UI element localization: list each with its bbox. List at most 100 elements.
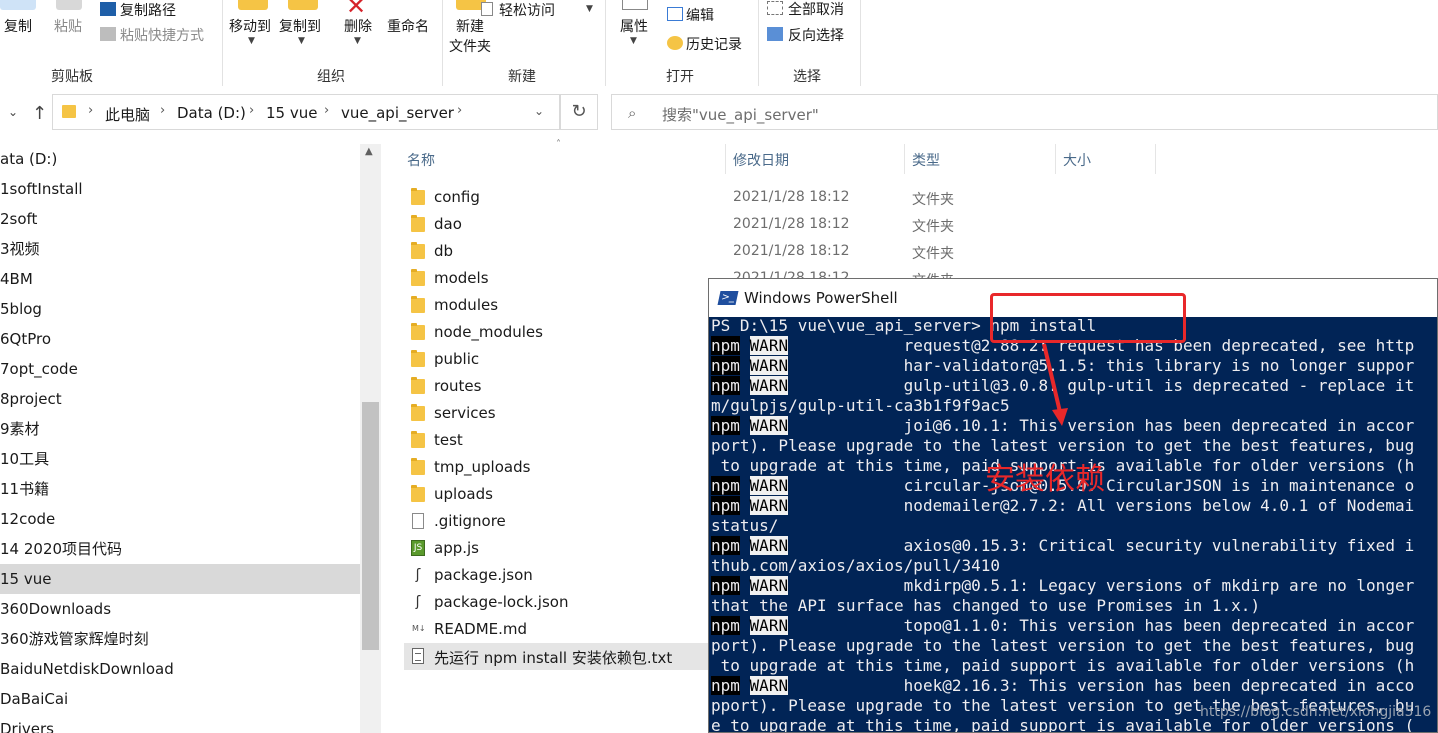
console-npm-prefix: npm (711, 356, 740, 375)
console-text: port). Please upgrade to the latest vers… (711, 436, 1415, 455)
copy-to-icon (288, 0, 318, 10)
recent-locations-chevron-icon[interactable]: ⌄ (8, 105, 18, 119)
nav-item[interactable]: 3视频 (0, 234, 360, 264)
breadcrumb-vue-api-server[interactable]: vue_api_server (341, 104, 454, 122)
paste-shortcut-icon (100, 27, 116, 41)
group-divider (860, 0, 861, 86)
file-name: README.md (434, 620, 528, 638)
new-folder-button[interactable]: 新建 (456, 16, 484, 36)
file-name: package-lock.json (434, 593, 569, 611)
column-divider[interactable] (1055, 144, 1056, 174)
easy-access-button[interactable]: 轻松访问 (499, 0, 555, 20)
console-text: mkdirp@0.5.1: Legacy versions of mkdirp … (788, 576, 1415, 595)
breadcrumb-separator-icon: › (457, 103, 463, 118)
file-type: 文件夹 (912, 192, 954, 208)
console-warn-badge: WARN (749, 476, 789, 495)
properties-icon (622, 0, 648, 10)
new-folder-button-line2[interactable]: 文件夹 (449, 36, 491, 56)
console-line: npm WARN nodemailer@2.7.2: All versions … (711, 496, 1414, 516)
group-label-new: 新建 (508, 69, 536, 85)
nav-item[interactable]: DaBaiCai (0, 684, 360, 714)
chevron-down-icon: ▼ (630, 36, 637, 46)
console-line: npm WARN hoek@2.16.3: This version has b… (711, 676, 1414, 696)
nav-item[interactable]: 1softInstall (0, 174, 360, 204)
nav-item[interactable]: 9素材 (0, 414, 360, 444)
edit-button[interactable]: 编辑 (686, 5, 714, 25)
column-divider[interactable] (1155, 144, 1156, 174)
nav-item[interactable]: 360游戏管家辉煌时刻 (0, 624, 360, 654)
console-npm-prefix: npm (711, 416, 740, 435)
breadcrumb-data-drive[interactable]: Data (D:) (177, 104, 246, 122)
copy-to-button[interactable]: 复制到 (279, 16, 321, 36)
console-line: port). Please upgrade to the latest vers… (711, 436, 1414, 456)
nav-item[interactable]: 10工具 (0, 444, 360, 474)
annotation-label: 安装依赖 (985, 462, 1105, 497)
up-arrow-icon[interactable]: ↑ (32, 103, 47, 124)
nav-item[interactable]: 8project (0, 384, 360, 414)
nav-item[interactable]: Drivers (0, 714, 360, 733)
chevron-down-icon: ▼ (586, 4, 593, 14)
file-icon (412, 513, 424, 529)
nav-item-selected[interactable]: 15 vue (0, 564, 360, 594)
move-to-icon (238, 0, 268, 10)
column-header-modified[interactable]: 修改日期 (733, 150, 789, 170)
console-text: port). Please upgrade to the latest vers… (711, 636, 1415, 655)
nav-item[interactable]: 4BM (0, 264, 360, 294)
nav-item[interactable]: BaiduNetdiskDownload (0, 654, 360, 684)
refresh-button[interactable]: ↻ (560, 94, 598, 130)
column-divider[interactable] (725, 144, 726, 174)
paste-button[interactable]: 粘贴 (54, 16, 82, 36)
file-name: package.json (434, 566, 533, 584)
column-divider[interactable] (904, 144, 905, 174)
paste-shortcut-button[interactable]: 粘贴快捷方式 (120, 25, 204, 45)
js-file-icon: JS (411, 540, 425, 556)
copy-path-button[interactable]: 复制路径 (120, 0, 176, 20)
nav-item[interactable]: 5blog (0, 294, 360, 324)
console-warn-badge: WARN (749, 336, 789, 355)
console-npm-prefix: npm (711, 376, 740, 395)
breadcrumb-this-pc[interactable]: 此电脑 (105, 104, 150, 125)
sort-ascending-icon: ˄ (556, 139, 561, 150)
nav-item[interactable]: 14 2020项目代码 (0, 534, 360, 564)
nav-item[interactable]: ata (D:) (0, 144, 360, 174)
delete-button[interactable]: 删除 (344, 16, 372, 36)
select-none-icon (767, 1, 783, 15)
copy-button[interactable]: 复制 (4, 16, 32, 36)
breadcrumb-15-vue[interactable]: 15 vue (266, 104, 317, 122)
console-text: axios@0.15.3: Critical security vulnerab… (788, 536, 1415, 555)
nav-item[interactable]: 360Downloads (0, 594, 360, 624)
file-date: 2021/1/28 18:12 (733, 216, 850, 232)
nav-item[interactable]: 7opt_code (0, 354, 360, 384)
rename-button[interactable]: 重命名 (387, 16, 429, 36)
column-header-type[interactable]: 类型 (912, 150, 940, 170)
md-file-icon: M↓ (412, 624, 426, 633)
json-file-icon: ʃ (415, 567, 421, 583)
breadcrumb-separator-icon: › (324, 103, 330, 118)
console-text: status/ (711, 516, 779, 535)
console-warn-badge: WARN (749, 356, 789, 375)
history-button[interactable]: 历史记录 (686, 34, 742, 54)
nav-item[interactable]: 12code (0, 504, 360, 534)
nav-item[interactable]: 11书籍 (0, 474, 360, 504)
file-name: 先运行 npm install 安装依赖包.txt (434, 649, 673, 667)
folder-icon (411, 296, 425, 313)
properties-button[interactable]: 属性 (620, 16, 648, 36)
column-header-size[interactable]: 大小 (1063, 150, 1091, 170)
scroll-up-arrow-icon[interactable]: ▲ (365, 146, 373, 157)
select-none-button[interactable]: 全部取消 (788, 0, 844, 19)
console-npm-prefix: npm (711, 476, 740, 495)
move-to-button[interactable]: 移动到 (229, 16, 271, 36)
address-dropdown-chevron-icon[interactable]: ⌄ (534, 104, 544, 118)
nav-item[interactable]: 6QtPro (0, 324, 360, 354)
nav-item[interactable]: 2soft (0, 204, 360, 234)
file-name: test (434, 431, 463, 449)
console-warn-badge: WARN (749, 416, 789, 435)
invert-selection-button[interactable]: 反向选择 (788, 25, 844, 45)
nav-scrollbar-thumb[interactable] (362, 402, 379, 650)
column-header-name[interactable]: 名称 (407, 150, 435, 170)
folder-icon (411, 242, 425, 259)
file-name: dao (434, 215, 462, 233)
highlight-box (990, 293, 1186, 343)
file-date: 2021/1/28 18:12 (733, 243, 850, 259)
history-icon (667, 36, 683, 50)
